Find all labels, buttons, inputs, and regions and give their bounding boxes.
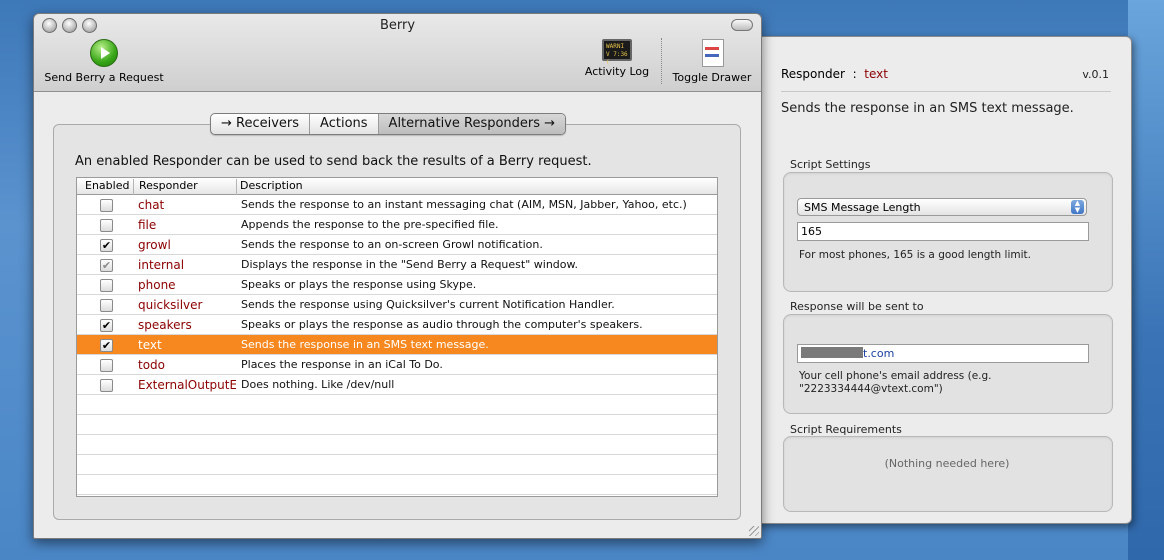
desktop-background — [1128, 0, 1164, 560]
enabled-checkbox[interactable] — [100, 199, 113, 212]
table-row[interactable]: phone Speaks or plays the response using … — [77, 275, 717, 295]
responder-name: quicksilver — [138, 298, 203, 312]
responder-description-cell: Places the response in an iCal To Do. — [241, 358, 443, 371]
drawer-header: Responder : text v.0.1 — [781, 67, 1109, 81]
responder-name: internal — [138, 258, 185, 272]
response-target-label: Response will be sent to — [790, 300, 924, 313]
responder-description: Sends the response in an SMS text messag… — [781, 101, 1074, 116]
empty-table-row — [77, 475, 717, 495]
enabled-checkbox[interactable] — [100, 379, 113, 392]
responder-name: speakers — [138, 318, 192, 332]
title-bar: Berry Send Berry a Request WARNI V 7:36 … — [34, 14, 761, 92]
toggle-drawer-icon — [699, 39, 725, 67]
table-row[interactable]: ExternalOutputE Does nothing. Like /dev/n… — [77, 375, 717, 395]
script-requirements-group — [783, 436, 1113, 512]
tab-receivers[interactable]: → Receivers — [211, 114, 311, 134]
responder-description-cell: Sends the response in an SMS text messag… — [241, 338, 489, 351]
response-target-group — [783, 314, 1113, 414]
table-header: Enabled Responder Description — [77, 178, 717, 195]
table-body: chat Sends the response to an instant mes… — [77, 195, 717, 496]
setting-popup[interactable]: SMS Message Length ▲ ▼ — [797, 198, 1087, 216]
updown-arrows-icon: ▲ ▼ — [1071, 200, 1084, 214]
email-suffix: t.com — [863, 347, 895, 360]
table-row[interactable]: chat Sends the response to an instant mes… — [77, 195, 717, 215]
table-row[interactable]: quicksilver Sends the response using Quic… — [77, 295, 717, 315]
responder-label: Responder — [781, 67, 845, 81]
toggle-drawer-button[interactable]: Toggle Drawer — [670, 39, 754, 84]
enabled-checkbox[interactable] — [100, 279, 113, 292]
enabled-checkbox[interactable]: ✔ — [100, 319, 113, 332]
empty-table-row — [77, 435, 717, 455]
send-request-button[interactable]: Send Berry a Request — [41, 39, 167, 84]
tab-alternative-responders[interactable]: Alternative Responders → — [378, 114, 566, 134]
redacted-text — [801, 347, 863, 358]
empty-table-row — [77, 495, 717, 496]
email-hint: Your cell phone's email address (e.g. "2… — [799, 370, 992, 395]
message-length-hint: For most phones, 165 is a good length li… — [799, 249, 1031, 261]
toggle-drawer-label: Toggle Drawer — [672, 71, 752, 84]
berry-window: Berry Send Berry a Request WARNI V 7:36 … — [33, 13, 762, 539]
table-row[interactable]: ✔ speakers Speaks or plays the response as… — [77, 315, 717, 335]
intro-text: An enabled Responder can be used to send… — [75, 154, 592, 169]
table-row[interactable]: todo Places the response in an iCal To Do… — [77, 355, 717, 375]
responder-name: chat — [138, 198, 165, 212]
empty-table-row — [77, 455, 717, 475]
resize-grip-icon[interactable] — [749, 526, 759, 536]
message-length-input[interactable]: 165 — [797, 222, 1089, 241]
responder-description-cell: Sends the response to an on-screen Growl… — [241, 238, 543, 251]
email-address-input[interactable]: t.com — [797, 344, 1089, 363]
empty-table-row — [77, 415, 717, 435]
window-title: Berry — [379, 18, 416, 33]
divider — [781, 91, 1111, 92]
requirements-value: (Nothing needed here) — [884, 457, 1010, 470]
responder-description-cell: Sends the response using Quicksilver's c… — [241, 298, 615, 311]
tab-control: → Receivers Actions Alternative Responde… — [210, 113, 567, 135]
toolbar-toggle-button[interactable] — [731, 19, 753, 31]
activity-log-label: Activity Log — [584, 65, 650, 78]
enabled-checkbox[interactable] — [100, 299, 113, 312]
header-responder[interactable]: Responder — [139, 179, 198, 192]
responders-table: Enabled Responder Description chat Sends … — [76, 177, 718, 497]
enabled-checkbox[interactable]: ✔ — [100, 239, 113, 252]
header-enabled[interactable]: Enabled — [85, 179, 129, 192]
enabled-checkbox[interactable]: ✔ — [100, 259, 113, 272]
table-row[interactable]: file Appends the response to the pre-spec… — [77, 215, 717, 235]
version-label: v.0.1 — [1082, 68, 1109, 81]
responder-description-cell: Displays the response in the "Send Berry… — [241, 258, 578, 271]
header-description[interactable]: Description — [240, 179, 303, 192]
toolbar-separator — [661, 38, 662, 84]
responder-name: growl — [138, 238, 171, 252]
enabled-checkbox[interactable] — [100, 219, 113, 232]
responder-name: ExternalOutputE — [138, 378, 236, 392]
table-row[interactable]: ✔ growl Sends the response to an on-screen… — [77, 235, 717, 255]
responder-description-cell: Speaks or plays the response as audio th… — [241, 318, 643, 331]
responder-name: file — [138, 218, 157, 232]
responder-name: todo — [138, 358, 166, 372]
responder-separator: : — [852, 67, 857, 81]
responder-description-cell: Appends the response to the pre-specifie… — [241, 218, 499, 231]
responder-name: text — [138, 338, 162, 352]
script-settings-label: Script Settings — [790, 158, 871, 171]
empty-table-row — [77, 395, 717, 415]
responder-drawer: Responder : text v.0.1 Sends the respons… — [740, 36, 1132, 524]
tab-actions[interactable]: Actions — [310, 114, 379, 134]
enabled-checkbox[interactable] — [100, 359, 113, 372]
console-icon: WARNI V 7:36 ( — [602, 39, 632, 66]
play-icon — [90, 39, 118, 67]
activity-log-button[interactable]: WARNI V 7:36 ( Activity Log — [582, 39, 652, 78]
responder-name: phone — [138, 278, 176, 292]
script-requirements-label: Script Requirements — [790, 423, 902, 436]
enabled-checkbox[interactable]: ✔ — [100, 339, 113, 352]
table-row[interactable]: ✔ internal Displays the response in the "S… — [77, 255, 717, 275]
setting-popup-value: SMS Message Length — [804, 201, 921, 214]
responder-description-cell: Does nothing. Like /dev/null — [241, 378, 395, 391]
send-request-label: Send Berry a Request — [44, 71, 164, 84]
responder-value: text — [864, 67, 888, 81]
table-row[interactable]: ✔ text Sends the response in an SMS text m… — [77, 335, 717, 355]
responder-description-cell: Speaks or plays the response using Skype… — [241, 278, 477, 291]
responder-description-cell: Sends the response to an instant messagi… — [241, 198, 687, 211]
